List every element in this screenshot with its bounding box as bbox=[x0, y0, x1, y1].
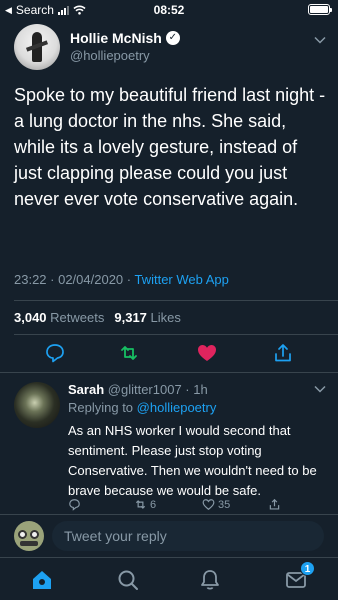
like-heart-icon[interactable] bbox=[196, 342, 218, 364]
reply-icon[interactable] bbox=[44, 342, 66, 364]
replying-prefix: Replying to bbox=[68, 400, 134, 415]
replying-to-link[interactable]: @holliepoetry bbox=[137, 400, 217, 415]
chevron-down-icon[interactable] bbox=[314, 385, 326, 393]
my-avatar[interactable] bbox=[14, 521, 44, 551]
messages-button[interactable]: 1 bbox=[284, 561, 315, 592]
likes-stat[interactable]: 9,317 Likes bbox=[114, 310, 181, 325]
tweet-source-app[interactable]: Twitter Web App bbox=[134, 272, 228, 287]
reply-reply-button[interactable] bbox=[68, 498, 81, 511]
retweets-label: Retweets bbox=[50, 310, 105, 325]
author-handle[interactable]: @holliepoetry bbox=[70, 48, 150, 63]
tweet-actions bbox=[0, 342, 338, 368]
likes-count: 9,317 bbox=[114, 310, 147, 325]
reply-text: As an NHS worker I would second that sen… bbox=[68, 423, 317, 498]
reply-like-button[interactable]: 35 bbox=[202, 498, 230, 511]
reply-avatar[interactable] bbox=[14, 382, 60, 428]
reply-retweet-button[interactable]: 6 bbox=[134, 498, 156, 511]
reply-input[interactable]: Tweet your reply bbox=[52, 521, 324, 551]
divider bbox=[0, 372, 338, 373]
clock: 08:52 bbox=[153, 3, 185, 17]
tweet-stats: 3,040 Retweets 9,317 Likes bbox=[14, 310, 181, 325]
retweets-stat[interactable]: 3,040 Retweets bbox=[14, 310, 104, 325]
divider bbox=[14, 334, 338, 335]
battery-icon bbox=[308, 4, 332, 15]
author-name: Hollie McNish bbox=[70, 30, 162, 46]
reply-header[interactable]: Sarah @glitter1007 · 1h bbox=[68, 382, 208, 397]
reply-retweet-count: 6 bbox=[150, 498, 157, 511]
chevron-down-icon[interactable] bbox=[314, 36, 326, 44]
share-icon bbox=[269, 498, 280, 510]
reply-like-count: 35 bbox=[218, 498, 231, 511]
likes-label: Likes bbox=[150, 310, 181, 325]
divider bbox=[14, 300, 338, 301]
notifications-bell-icon[interactable] bbox=[198, 568, 222, 592]
reply-icon bbox=[69, 499, 80, 511]
heart-icon bbox=[202, 499, 215, 510]
search-icon[interactable] bbox=[116, 568, 140, 592]
reply-actions: 6 35 bbox=[68, 498, 330, 512]
verified-badge-icon: ✓ bbox=[165, 31, 180, 45]
reply-handle-time: @glitter1007 · 1h bbox=[107, 382, 208, 397]
share-icon[interactable] bbox=[272, 342, 294, 364]
messages-badge: 1 bbox=[300, 561, 315, 576]
bottom-nav: 1 bbox=[0, 557, 338, 600]
reply-share-button[interactable] bbox=[268, 498, 281, 511]
home-icon[interactable] bbox=[30, 568, 54, 592]
author-avatar[interactable] bbox=[14, 24, 60, 70]
author-name-row[interactable]: Hollie McNish ✓ bbox=[70, 30, 180, 46]
retweet-icon[interactable] bbox=[118, 342, 140, 364]
reply-author-name: Sarah bbox=[68, 382, 105, 397]
replying-to: Replying to @holliepoetry bbox=[68, 400, 216, 415]
tweet-timestamp: 23:22 · 02/04/2020 · bbox=[14, 272, 135, 287]
tweet-text: Spoke to my beautiful friend last night … bbox=[14, 85, 326, 209]
retweet-icon bbox=[135, 500, 146, 509]
reply-compose-bar: Tweet your reply bbox=[0, 514, 338, 554]
tweet-meta: 23:22 · 02/04/2020 · Twitter Web App bbox=[14, 272, 229, 287]
retweets-count: 3,040 bbox=[14, 310, 47, 325]
status-bar: ◀ Search 08:52 bbox=[0, 0, 338, 20]
